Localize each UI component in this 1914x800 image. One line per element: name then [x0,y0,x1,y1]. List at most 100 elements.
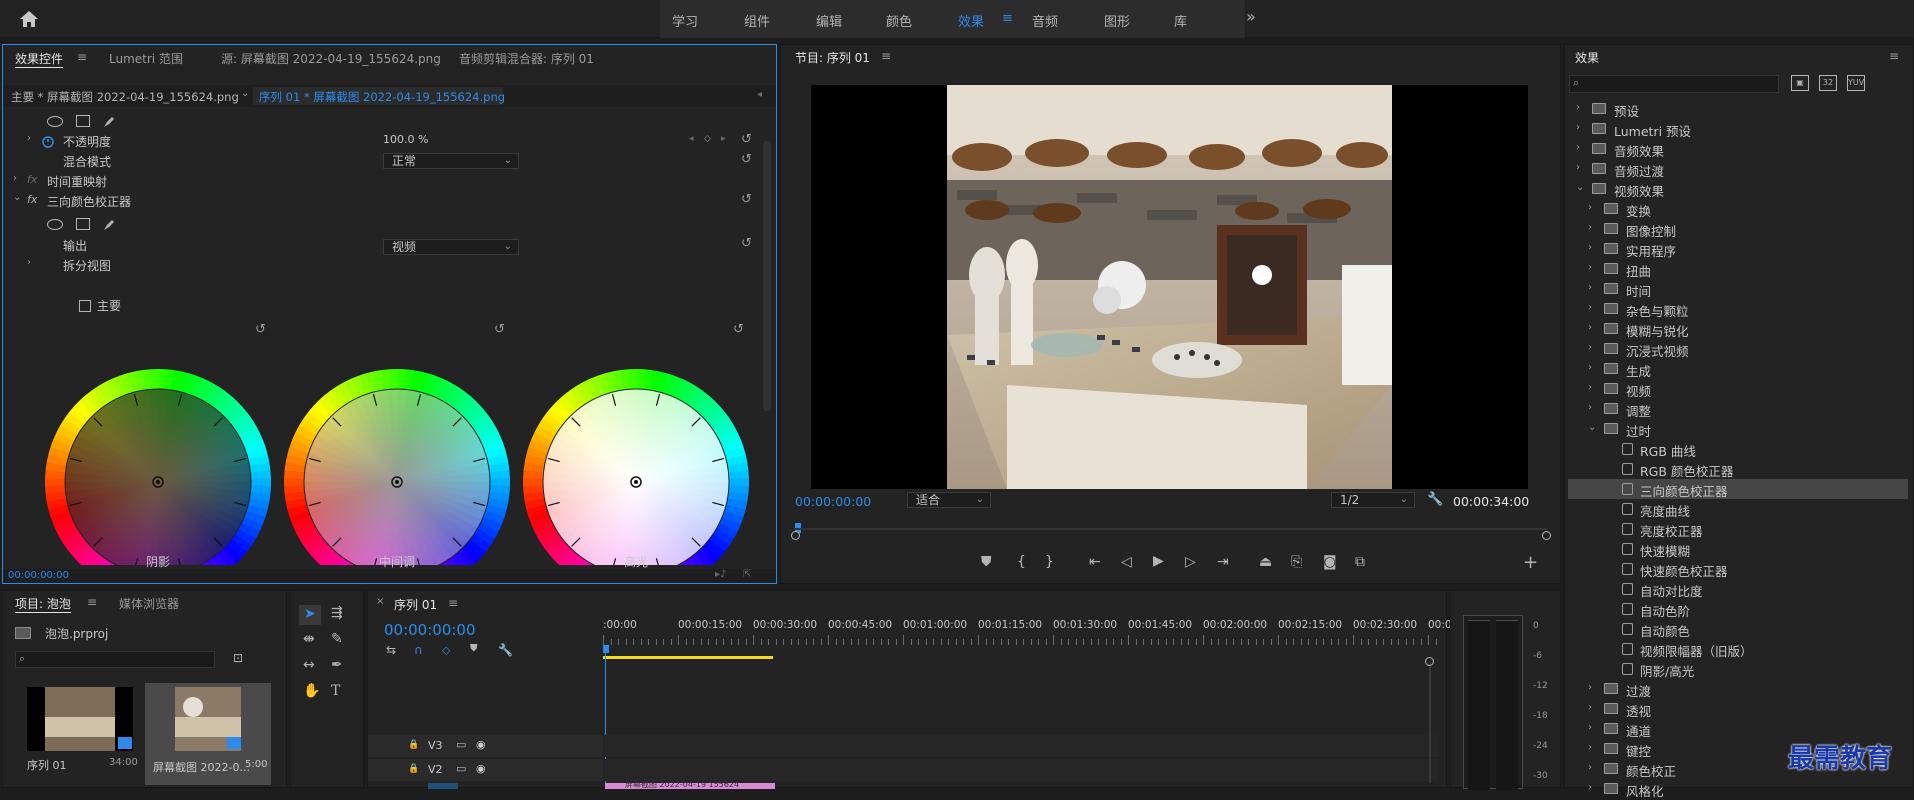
panel-menu-icon[interactable]: ≡ [881,49,891,63]
go-to-in-icon[interactable]: ⇤ [1089,554,1101,570]
reset-icon[interactable]: ↺ [741,193,755,207]
sync-icon[interactable]: ▭ [456,738,466,751]
mark-out-icon[interactable]: } [1045,554,1054,570]
effects-folder[interactable]: › 沉浸式视频 [1568,339,1908,359]
rectangle-mask-icon[interactable] [76,115,90,127]
add-marker-icon[interactable]: ⬦ [442,643,450,658]
rectangle-mask-icon[interactable] [76,218,90,230]
chevron-down-icon[interactable]: ⌄ [1576,182,1584,193]
expand-icon[interactable]: › [27,257,31,268]
program-timecode[interactable]: 00:00:00:00 [795,494,871,509]
linked-selection-icon[interactable]: ∩ [414,643,423,657]
effects-item[interactable]: 自动色阶 [1568,599,1908,619]
workspace-tab-1[interactable]: 组件 [744,11,770,30]
source-patch[interactable] [428,783,458,789]
master-clip-label[interactable]: 主要 * 屏幕截图 2022-04-19_155624.png [11,89,239,105]
effects-item[interactable]: 快速模糊 [1568,539,1908,559]
play-icon[interactable]: ▶ [1153,553,1164,569]
timeline-ruler[interactable]: :00:00 00:00:15:00 00:00:30:00 00:00:45:00 0… [603,619,1452,647]
razor-tool-icon[interactable]: ✎ [331,631,343,647]
video-frame[interactable] [811,85,1528,489]
chevron-right-icon[interactable]: › [1588,302,1592,313]
effects-item[interactable]: 亮度校正器 [1568,519,1908,539]
comparison-icon[interactable]: ⧉ [1355,554,1365,570]
32bit-icon[interactable]: 32 [1819,75,1837,91]
close-icon[interactable]: × [376,596,384,607]
workspace-overflow-icon[interactable]: » [1246,7,1266,29]
chevron-down-icon[interactable]: ⌄ [241,88,249,99]
tab-source[interactable]: 源: 屏幕截图 2022-04-19_155624.png [221,50,441,67]
mark-in-icon[interactable]: { [1017,554,1026,570]
program-title[interactable]: 节目: 序列 01 [795,49,870,66]
panel-menu-icon[interactable]: ≡ [448,596,458,610]
eye-icon[interactable]: ◉ [476,738,486,751]
slip-tool-icon[interactable]: ↔ [303,657,315,673]
effects-folder[interactable]: › 生成 [1568,359,1908,379]
effects-folder[interactable]: › Lumetri 预设 [1568,119,1908,139]
work-area-bar[interactable] [603,656,773,659]
chevron-right-icon[interactable]: › [1576,162,1580,173]
chevron-right-icon[interactable]: › [1588,222,1592,233]
new-bin-icon[interactable]: ⊡ [233,651,243,665]
effects-item[interactable]: 视频限幅器（旧版） [1568,639,1908,659]
tab-effect-controls[interactable]: 效果控件 [15,50,63,67]
effects-folder[interactable]: › 过渡 [1568,679,1908,699]
timeline-clip[interactable]: 屏幕截图 2022-04-19 155624 [605,780,775,789]
panel-menu-icon[interactable]: ≡ [77,50,87,64]
timeline-title[interactable]: 序列 01 [394,596,437,613]
reset-icon[interactable]: ↺ [494,323,508,337]
effects-folder[interactable]: › 透视 [1568,699,1908,719]
effects-item[interactable]: RGB 曲线 [1568,439,1908,459]
chevron-right-icon[interactable]: › [1588,202,1592,213]
effects-folder[interactable]: › 模糊与锐化 [1568,319,1908,339]
ripple-edit-tool-icon[interactable]: ⇼ [303,631,315,647]
expand-icon[interactable]: › [27,133,31,144]
chevron-right-icon[interactable]: › [1588,242,1592,253]
next-keyframe-icon[interactable]: ▸ [721,134,726,144]
effects-item[interactable]: RGB 颜色校正器 [1568,459,1908,479]
ellipse-mask-icon[interactable] [47,116,63,127]
effects-folder[interactable]: › 音频效果 [1568,139,1908,159]
chevron-right-icon[interactable]: › [1588,762,1592,773]
panel-menu-icon[interactable]: ≡ [87,595,97,609]
workspace-menu-icon[interactable]: ≡ [1002,11,1013,26]
collapse-chevron-icon[interactable]: ⌄ [13,192,21,203]
home-icon[interactable] [18,9,40,29]
reset-icon[interactable]: ↺ [733,323,747,337]
workspace-tab-5[interactable]: 音频 [1032,11,1058,30]
output-select[interactable]: 视频 ⌄ [383,239,519,255]
chevron-right-icon[interactable]: › [1588,262,1592,273]
reset-icon[interactable]: ↺ [255,323,269,337]
stopwatch-icon[interactable] [41,134,55,148]
workspace-tab-0[interactable]: 学习 [672,11,698,30]
marker-icon[interactable]: ⛊ [981,554,992,570]
workspace-tab-3[interactable]: 颜色 [886,11,912,30]
reset-icon[interactable]: ↺ [741,153,755,167]
track-area-v2[interactable] [605,759,1438,781]
step-forward-icon[interactable]: ▷ [1185,554,1196,570]
step-back-icon[interactable]: ◁ [1121,554,1132,570]
program-scrubber[interactable] [791,523,1551,540]
workspace-tab-7[interactable]: 库 [1174,11,1187,30]
chevron-right-icon[interactable]: › [1576,122,1580,133]
effects-folder[interactable]: › 实用程序 [1568,239,1908,259]
effects-item[interactable]: 亮度曲线 [1568,499,1908,519]
chevron-right-icon[interactable]: › [1588,342,1592,353]
effects-folder[interactable]: › 杂色与颗粒 [1568,299,1908,319]
pen-mask-icon[interactable] [101,114,117,130]
highlights-wheel[interactable] [522,368,750,565]
effects-item[interactable]: 阴影/高光 [1568,659,1908,679]
chevron-right-icon[interactable]: › [1576,142,1580,153]
effects-folder[interactable]: › 视频 [1568,379,1908,399]
shadows-wheel[interactable] [44,368,272,565]
workspace-tab-6[interactable]: 图形 [1104,11,1130,30]
chevron-right-icon[interactable]: › [1588,722,1592,733]
export-icon[interactable]: ⇱ [743,569,751,580]
accelerated-effects-icon[interactable]: ▣ [1791,75,1809,91]
effects-folder[interactable]: › 通道 [1568,719,1908,739]
marker-icon[interactable]: ⛊ [470,643,478,654]
chevron-right-icon[interactable]: › [1588,322,1592,333]
snap-icon[interactable]: ⇆ [386,643,396,657]
effects-folder[interactable]: › 时间 [1568,279,1908,299]
chevron-right-icon[interactable]: › [1588,382,1592,393]
